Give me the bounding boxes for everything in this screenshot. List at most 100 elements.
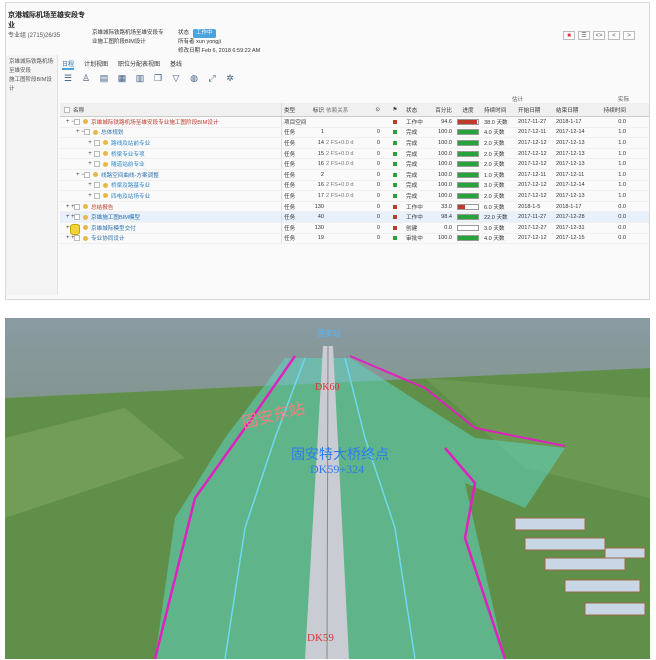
task-name[interactable]: 线路空间曲线-方案调整 xyxy=(101,171,159,179)
task-name[interactable]: 总结报告 xyxy=(91,203,113,211)
expand-icon[interactable]: ⤢ xyxy=(206,72,218,84)
expand-toggle-icon[interactable]: + + xyxy=(66,235,75,241)
row-checkbox[interactable] xyxy=(94,192,100,199)
row-checkbox[interactable] xyxy=(84,171,90,178)
task-name[interactable]: 京雄城际铁路机场至雄安段专业施工图阶段BIM设计 xyxy=(91,118,218,126)
table-row[interactable]: + − 京雄城际铁路机场至雄安段专业施工图阶段BIM设计 项目空间 工作中 94.6 38… xyxy=(60,117,649,128)
menu-icon[interactable]: ☰ xyxy=(62,72,74,84)
col-id[interactable]: 标识 xyxy=(312,106,326,114)
expand-toggle-icon[interactable]: + + xyxy=(66,204,75,210)
tools-icon[interactable]: ✲ xyxy=(224,72,236,84)
task-start: 2017-11-27 xyxy=(518,214,547,221)
window-controls: ■ ☰ <> < > xyxy=(563,31,635,40)
project-title[interactable]: 京港城际机场至雄安段专业 xyxy=(8,11,88,31)
col-gauge[interactable]: ⊙ xyxy=(362,107,386,113)
col-end[interactable]: 结束日期 xyxy=(556,106,594,114)
col-type[interactable]: 类型 xyxy=(282,106,312,114)
table-row[interactable]: + − 线路空间曲线-方案调整 任务 2 0 完成 100.0 1.0 天数 2017-12-1… xyxy=(60,169,649,181)
col-status[interactable]: 状态 xyxy=(404,106,430,114)
menu-button[interactable]: ☰ xyxy=(578,31,590,40)
next-button[interactable]: > xyxy=(623,31,635,40)
task-type: 任务 xyxy=(284,215,296,222)
code-button[interactable]: <> xyxy=(593,31,605,40)
task-percent: 98.4 xyxy=(441,214,452,221)
task-end: 2017-12-13 xyxy=(556,139,585,146)
table-row[interactable]: + + 京雄施工图BIM模型 任务 40 0 工作中 98.4 22.0 天数 2017-11-… xyxy=(60,212,649,223)
progress-bar xyxy=(454,192,482,199)
task-id: 130 xyxy=(314,224,324,231)
task-status: 工作中 xyxy=(406,204,423,211)
col-duration[interactable]: 持续时间 xyxy=(482,106,518,114)
task-name[interactable]: 桥梁及路基专业 xyxy=(111,181,150,189)
task-name[interactable]: 隧道站前专业 xyxy=(111,160,145,168)
task-name[interactable]: 桥梁专业专项 xyxy=(111,150,145,158)
row-checkbox[interactable] xyxy=(94,139,100,146)
task-type: 任务 xyxy=(284,193,296,200)
expand-toggle-icon[interactable]: + − xyxy=(66,119,75,125)
task-name[interactable]: 总体规划 xyxy=(101,128,123,136)
prev-button[interactable]: < xyxy=(608,31,620,40)
task-name[interactable]: 路线及站前专业 xyxy=(111,139,150,147)
doc-icon[interactable]: ▤ xyxy=(98,72,110,84)
expand-toggle-icon[interactable]: + xyxy=(86,193,94,199)
globe-icon[interactable]: ◍ xyxy=(188,72,200,84)
col-progress[interactable]: 进度 xyxy=(454,106,482,114)
row-checkbox[interactable] xyxy=(74,203,80,210)
col-name[interactable]: 名称 xyxy=(73,106,84,114)
stop-button[interactable]: ■ xyxy=(563,31,575,40)
table-row[interactable]: + + 总结报告 任务 130 0 工作中 33.0 6.0 天数 2018-1-5 2018-1… xyxy=(60,201,649,213)
task-name[interactable]: 四电及站场专业 xyxy=(111,192,150,200)
col-dependency[interactable]: 依赖关系 xyxy=(326,106,362,114)
owner-value[interactable]: xun yongji xyxy=(196,39,221,45)
filter-icon[interactable]: ▽ xyxy=(170,72,182,84)
task-name[interactable]: 京雄施工图BIM模型 xyxy=(91,213,140,221)
task-end: 2017-12-14 xyxy=(556,182,585,189)
table-row[interactable]: + 四电及站场专业 任务 17 2 FS+0.0 d 0 完成 100.0 2.0 天数 2017… xyxy=(60,191,649,202)
task-end: 2017-12-13 xyxy=(556,161,585,168)
table-row[interactable]: + 隧道站前专业 任务 16 2 FS+0.0 d 0 完成 100.0 2.0 天数 2017-… xyxy=(60,159,649,170)
col-start[interactable]: 开始日期 xyxy=(518,106,556,114)
table-icon[interactable]: ▦ xyxy=(116,72,128,84)
row-checkbox[interactable] xyxy=(74,235,80,242)
task-duration: 2.0 天数 xyxy=(484,151,505,158)
row-checkbox[interactable] xyxy=(94,150,100,157)
table-row[interactable]: + 桥梁专业专项 任务 15 2 FS+0.0 d 0 完成 100.0 2.0 天数 2017-… xyxy=(60,148,649,160)
table-row[interactable]: + + 专业协同设计 任务 19 0 审批中 100.0 4.0 天数 2017-12-12 20… xyxy=(60,233,649,245)
progress-bar xyxy=(454,118,482,125)
expand-toggle-icon[interactable]: + − xyxy=(76,172,85,178)
col-percent[interactable]: 百分比 xyxy=(430,106,454,114)
col-actual-duration[interactable]: 持续时间 xyxy=(594,106,626,114)
task-id: 17 xyxy=(317,192,324,199)
sidebar-item[interactable]: 施工图阶段BIM设计 xyxy=(9,76,54,94)
task-status: 工作中 xyxy=(406,215,423,222)
expand-toggle-icon[interactable]: + + xyxy=(66,214,75,220)
row-checkbox[interactable] xyxy=(84,129,90,136)
expand-toggle-icon[interactable]: + xyxy=(86,151,94,157)
sidebar-item[interactable]: 京雄城际铁路机场至雄安段 xyxy=(9,58,54,76)
row-checkbox[interactable] xyxy=(94,182,100,189)
expand-toggle-icon[interactable]: + xyxy=(86,182,94,188)
row-checkbox[interactable] xyxy=(74,214,80,221)
table-row[interactable]: + 桥梁及路基专业 任务 16 2 FS+0.0 d 0 完成 100.0 3.0 天数 2017… xyxy=(60,180,649,192)
task-value: 0 xyxy=(376,150,380,157)
table-row[interactable]: + +京雄城际模型交付任务1300创建0.03.0 天数2017-12-2720… xyxy=(60,222,649,234)
person-icon[interactable]: ♙ xyxy=(80,72,92,84)
expand-toggle-icon[interactable]: + − xyxy=(76,129,85,135)
task-duration: 2.0 天数 xyxy=(484,140,505,147)
expand-toggle-icon[interactable]: + xyxy=(86,140,94,146)
task-actual-duration: 1.0 xyxy=(618,182,626,189)
expand-toggle-icon[interactable]: + xyxy=(86,161,94,167)
task-id: 130 xyxy=(314,203,324,210)
gantt-icon[interactable]: ▥ xyxy=(134,72,146,84)
task-name[interactable]: 专业协同设计 xyxy=(91,234,125,242)
task-name[interactable]: 京雄城际模型交付 xyxy=(91,224,136,232)
row-checkbox[interactable] xyxy=(74,118,80,125)
row-checkbox[interactable] xyxy=(94,161,100,168)
copy-icon[interactable]: ❐ xyxy=(152,72,164,84)
task-percent: 100.0 xyxy=(438,150,452,157)
toolbar: ☰ ♙ ▤ ▦ ▥ ❐ ▽ ◍ ⤢ ✲ xyxy=(62,69,236,87)
table-row[interactable]: + 路线及站前专业 任务 14 2 FS+0.0 d 0 完成 100.0 2.0 天数 2017… xyxy=(60,138,649,149)
task-type: 任务 xyxy=(284,204,296,211)
task-actual-duration: 0.0 xyxy=(618,235,626,242)
table-row[interactable]: + − 总体规划 任务 1 0 完成 100.0 4.0 天数 2017-12-11 2017-1… xyxy=(60,127,649,139)
